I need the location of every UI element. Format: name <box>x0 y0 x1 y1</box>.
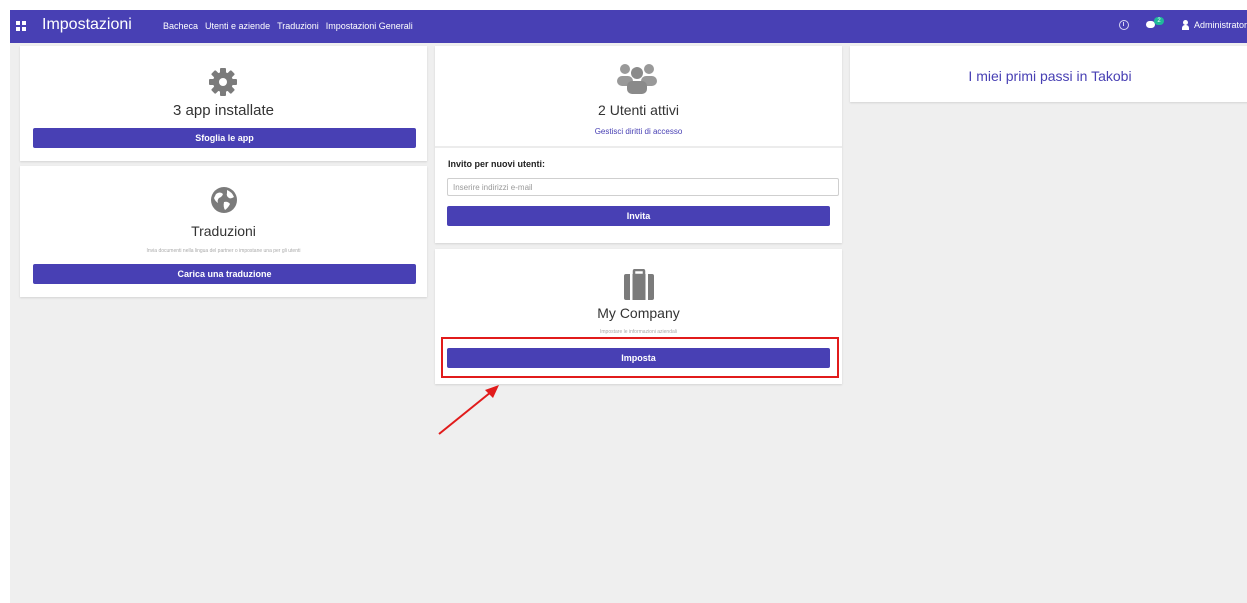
users-card: 2 Utenti attivi Gestisci diritti di acce… <box>435 46 842 243</box>
active-users-title: 2 Utenti attivi <box>598 102 679 118</box>
invite-button[interactable]: Invita <box>447 206 830 226</box>
email-input[interactable] <box>447 178 839 196</box>
chat-count-badge: 2 <box>1153 17 1164 25</box>
apps-menu-icon[interactable] <box>16 21 26 31</box>
navbar-systray: 2 Administrator <box>1118 17 1247 30</box>
highlight-box <box>441 337 839 378</box>
users-icon <box>617 64 657 94</box>
menu-item-bacheca[interactable]: Bacheca <box>163 21 198 31</box>
card-divider <box>435 146 842 148</box>
onboarding-title[interactable]: I miei primi passi in Takobi <box>850 68 1247 84</box>
main-menu: Bacheca Utenti e aziende Traduzioni Impo… <box>163 21 413 31</box>
chat-button[interactable]: 2 <box>1145 17 1164 30</box>
translations-card: Traduzioni Invia documenti nella lingua … <box>20 166 427 297</box>
briefcase-icon <box>624 269 654 300</box>
company-description: Impostare le informazioni aziendali <box>600 329 677 335</box>
manage-access-rights-link[interactable]: Gestisci diritti di accesso <box>435 127 842 136</box>
user-menu[interactable]: Administrator <box>1194 20 1247 30</box>
apps-card: 3 app installate Sfoglia le app <box>20 46 427 161</box>
clock-icon[interactable] <box>1118 20 1129 30</box>
menu-item-impostazioni-generali[interactable]: Impostazioni Generali <box>326 21 413 31</box>
onboarding-card: I miei primi passi in Takobi <box>850 46 1247 102</box>
app-viewport: Impostazioni Bacheca Utenti e aziende Tr… <box>10 10 1247 603</box>
apps-count-title: 3 app installate <box>173 102 274 119</box>
menu-item-utenti-aziende[interactable]: Utenti e aziende <box>205 21 270 31</box>
translations-title: Traduzioni <box>191 223 256 239</box>
translations-description: Invia documenti nella lingua del partner… <box>146 248 301 254</box>
globe-icon <box>211 187 237 213</box>
upload-translation-button[interactable]: Carica una traduzione <box>33 264 416 284</box>
invite-label: Invito per nuovi utenti: <box>448 159 545 169</box>
menu-item-traduzioni[interactable]: Traduzioni <box>277 21 319 31</box>
browse-apps-button[interactable]: Sfoglia le app <box>33 128 416 148</box>
user-icon <box>1181 20 1189 30</box>
annotation-arrow-icon <box>438 385 499 435</box>
gear-icon <box>209 68 237 96</box>
app-title: Impostazioni <box>42 16 132 33</box>
top-navbar: Impostazioni Bacheca Utenti e aziende Tr… <box>10 10 1247 43</box>
company-name-title: My Company <box>597 305 680 321</box>
